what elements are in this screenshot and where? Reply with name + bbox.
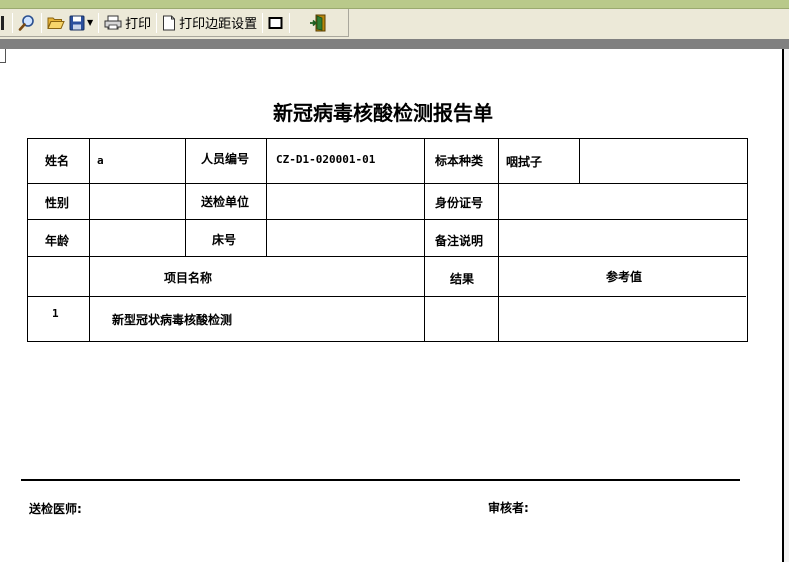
table-border bbox=[27, 183, 748, 184]
toolbar-separator bbox=[98, 12, 100, 33]
print-margin-settings-button[interactable]: 打印边距设置 bbox=[160, 12, 259, 34]
table-border bbox=[579, 138, 580, 183]
doctor-label: 送检医师: bbox=[29, 502, 82, 516]
person-id-label: 人员编号 bbox=[201, 152, 250, 166]
page-frame-button[interactable] bbox=[266, 12, 286, 34]
open-button[interactable] bbox=[45, 12, 67, 34]
gender-label: 性别 bbox=[45, 196, 70, 210]
results-header-result: 结果 bbox=[450, 272, 475, 286]
table-border bbox=[266, 138, 267, 256]
remark-label: 备注说明 bbox=[435, 234, 484, 248]
toolbar-separator bbox=[262, 12, 264, 33]
print-preview-toolbar: ▼ 打印 打印边距设置 bbox=[0, 9, 349, 37]
specimen-type-value: 咽拭子 bbox=[506, 155, 543, 169]
results-header-item-name: 项目名称 bbox=[164, 271, 213, 285]
save-button[interactable]: ▼ bbox=[67, 12, 95, 34]
table-border bbox=[27, 341, 748, 342]
dept-label: 送检单位 bbox=[201, 195, 250, 209]
table-border bbox=[747, 138, 748, 342]
table-row-item: 新型冠状病毒核酸检测 bbox=[112, 313, 233, 327]
toolbar-separator bbox=[41, 12, 42, 33]
age-label: 年龄 bbox=[45, 234, 70, 248]
folder-open-icon bbox=[47, 15, 65, 31]
print-button[interactable]: 打印 bbox=[102, 12, 153, 34]
specimen-type-label: 标本种类 bbox=[435, 154, 484, 168]
reviewer-label: 审核者: bbox=[488, 501, 529, 515]
floppy-disk-icon bbox=[69, 15, 85, 31]
bed-label: 床号 bbox=[212, 233, 237, 247]
person-id-value: CZ-D1-020001-01 bbox=[276, 153, 376, 166]
table-border bbox=[27, 138, 748, 139]
page-corner-mark bbox=[0, 49, 6, 63]
exit-door-icon bbox=[309, 14, 327, 32]
print-margin-settings-label: 打印边距设置 bbox=[179, 17, 258, 32]
window-top-strip bbox=[0, 0, 789, 9]
page-icon bbox=[162, 15, 176, 31]
footer-divider bbox=[21, 479, 740, 481]
table-border bbox=[498, 138, 499, 342]
toolbar-separator bbox=[289, 12, 291, 33]
toolbar-separator bbox=[12, 12, 13, 33]
table-border bbox=[424, 138, 425, 342]
name-value: a bbox=[97, 154, 104, 167]
table-border bbox=[185, 138, 186, 256]
chevron-down-icon[interactable]: ▼ bbox=[87, 18, 93, 27]
results-header-reference: 参考值 bbox=[606, 270, 643, 284]
page-edge bbox=[782, 49, 789, 562]
table-border bbox=[27, 296, 746, 297]
zoom-button[interactable] bbox=[16, 12, 38, 34]
print-button-label: 打印 bbox=[125, 17, 152, 32]
magnifier-icon bbox=[18, 14, 36, 32]
toolbar-grip[interactable] bbox=[1, 15, 4, 30]
exit-button[interactable] bbox=[307, 12, 329, 34]
printer-icon bbox=[104, 15, 122, 31]
id-card-label: 身份证号 bbox=[435, 196, 484, 210]
frame-icon bbox=[268, 16, 284, 30]
preview-background bbox=[0, 39, 789, 49]
name-label: 姓名 bbox=[45, 154, 70, 168]
table-row-index: 1 bbox=[52, 307, 59, 320]
toolbar-separator bbox=[156, 12, 158, 33]
table-border bbox=[27, 219, 748, 220]
report-title: 新冠病毒核酸检测报告单 bbox=[273, 101, 493, 125]
table-border bbox=[27, 138, 28, 342]
table-border bbox=[89, 138, 90, 342]
table-border bbox=[27, 256, 748, 257]
